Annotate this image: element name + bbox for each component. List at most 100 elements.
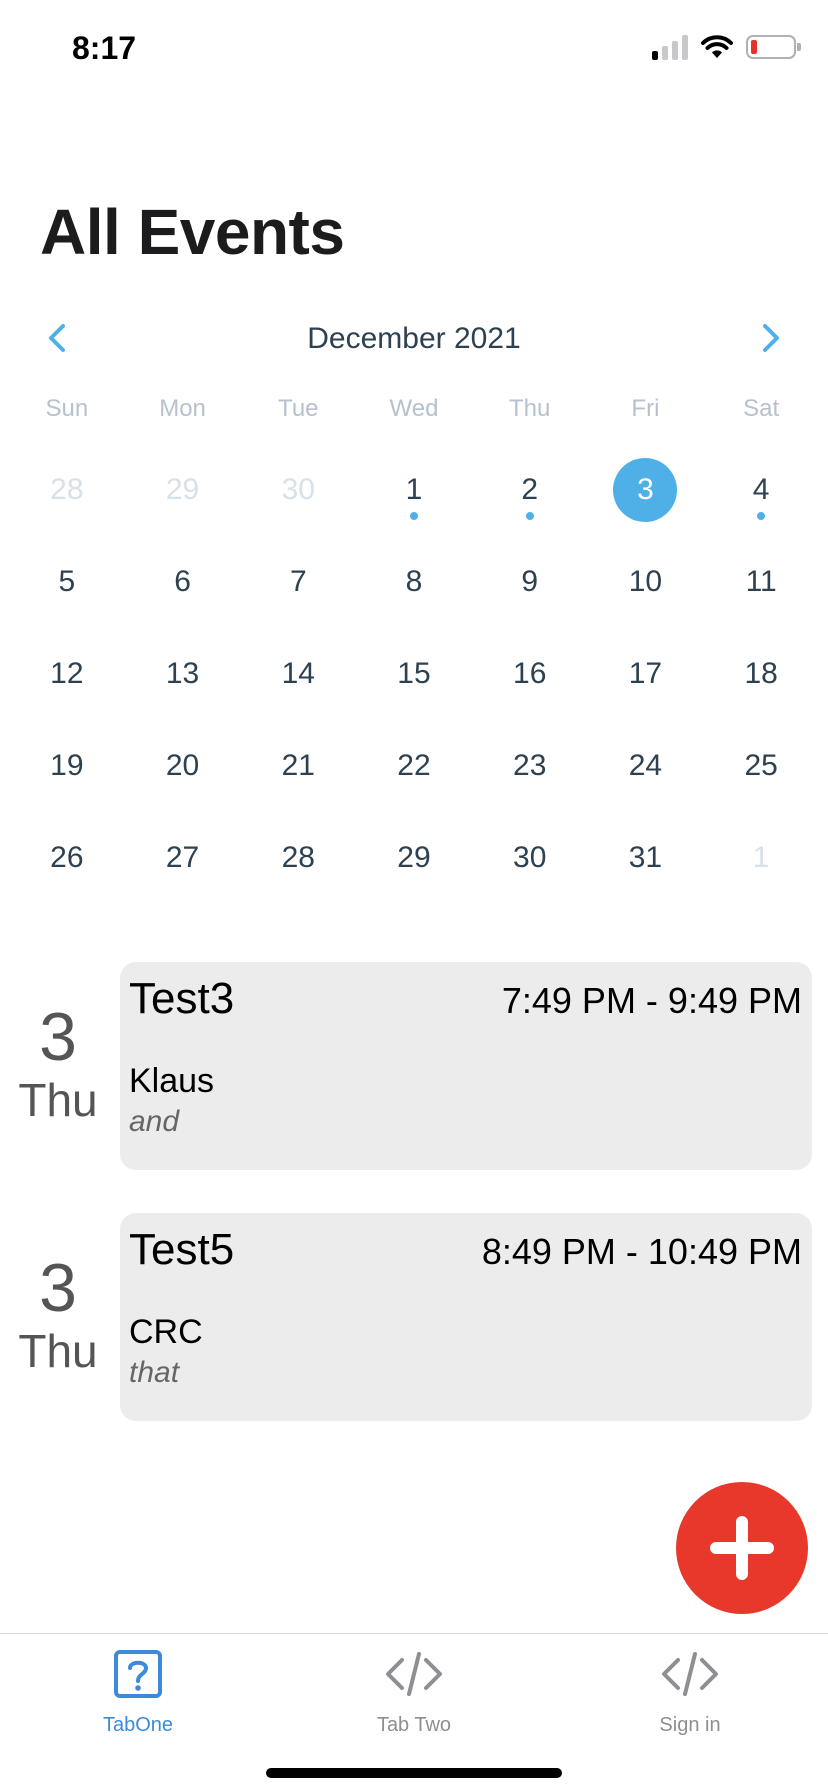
event-weekday: Thu (18, 1074, 98, 1126)
calendar-day[interactable]: 24 (588, 732, 704, 824)
event-weekday: Thu (18, 1325, 98, 1377)
event-row: 3 Thu Test3 7:49 PM - 9:49 PM Klaus and (0, 962, 828, 1172)
event-day: 3 (39, 999, 77, 1075)
code-icon (662, 1652, 718, 1696)
tab-two[interactable]: Tab Two (276, 1634, 552, 1754)
calendar-day-number: 9 (521, 565, 539, 598)
tab-one-label: TabOne (102, 1714, 174, 1736)
calendar-day[interactable]: 12 (9, 640, 125, 732)
wifi-icon (701, 35, 733, 58)
calendar-day[interactable]: 15 (356, 640, 472, 732)
event-marker-dot (525, 512, 534, 520)
calendar-day-number: 16 (513, 657, 547, 690)
weekday-label: Thu (509, 395, 551, 422)
event-title: Test3 (129, 974, 235, 1023)
weekday-label: Wed (389, 395, 439, 422)
status-icons (652, 34, 801, 60)
weekday-label: Tue (278, 395, 319, 422)
event-time: 7:49 PM - 9:49 PM (501, 980, 802, 1021)
calendar-day-number: 31 (628, 841, 663, 874)
event-note: and (129, 1105, 180, 1138)
event-title: Test5 (129, 1225, 235, 1274)
calendar-day[interactable]: 29 (125, 456, 241, 548)
calendar-month-label: December 2021 (307, 322, 521, 355)
calendar-day[interactable]: 9 (472, 548, 588, 640)
event-card[interactable]: Test3 7:49 PM - 9:49 PM Klaus and (120, 962, 812, 1170)
battery-icon (746, 35, 801, 59)
event-note: that (129, 1356, 180, 1389)
weekday-label: Sat (743, 395, 780, 422)
calendar-day[interactable]: 29 (356, 824, 472, 916)
tab-one[interactable]: TabOne (0, 1634, 276, 1754)
calendar-day[interactable]: 16 (472, 640, 588, 732)
calendar-day-number: 24 (628, 749, 663, 782)
calendar-day[interactable]: 28 (240, 824, 356, 916)
calendar-day[interactable]: 14 (240, 640, 356, 732)
calendar-day-number: 22 (397, 749, 431, 782)
calendar-day[interactable]: 17 (588, 640, 704, 732)
code-icon (386, 1652, 442, 1696)
home-indicator (266, 1768, 562, 1778)
calendar-day[interactable]: 20 (125, 732, 241, 824)
calendar-day[interactable]: 22 (356, 732, 472, 824)
calendar-weekday-header: Sun Mon Tue Wed Thu Fri Sat (9, 395, 819, 423)
event-time: 8:49 PM - 10:49 PM (481, 1231, 802, 1272)
calendar-day[interactable]: 30 (240, 456, 356, 548)
calendar-day-number: 20 (165, 749, 200, 782)
calendar-day-number: 14 (281, 657, 315, 690)
calendar-day[interactable]: 31 (588, 824, 704, 916)
calendar-day[interactable]: 10 (588, 548, 704, 640)
event-card[interactable]: Test5 8:49 PM - 10:49 PM CRC that (120, 1213, 812, 1421)
calendar-day[interactable]: 8 (356, 548, 472, 640)
tab-sign-in[interactable]: Sign in (552, 1634, 828, 1754)
calendar-day[interactable]: 11 (703, 548, 819, 640)
event-marker-dot (409, 512, 418, 520)
calendar-day-number: 29 (397, 841, 431, 874)
calendar-day-number: 30 (513, 841, 547, 874)
calendar-day[interactable]: 4 (703, 456, 819, 548)
calendar-day[interactable]: 30 (472, 824, 588, 916)
calendar-day-number: 1 (752, 841, 770, 874)
event-date: 3 Thu (0, 1253, 116, 1377)
calendar-day[interactable]: 25 (703, 732, 819, 824)
calendar-day[interactable]: 18 (703, 640, 819, 732)
weekday-label: Sun (45, 395, 89, 422)
chevron-right-icon[interactable] (750, 318, 790, 358)
cellular-signal-icon (652, 34, 688, 60)
page-title: All Events (40, 196, 345, 268)
add-event-button[interactable] (676, 1482, 808, 1614)
calendar-day[interactable]: 6 (125, 548, 241, 640)
calendar-day[interactable]: 1 (356, 456, 472, 548)
calendar-day-number: 28 (50, 473, 84, 506)
calendar-day[interactable]: 23 (472, 732, 588, 824)
calendar-day-number: 21 (281, 749, 315, 782)
calendar-day-number: 3 (613, 458, 678, 522)
calendar-day[interactable]: 7 (240, 548, 356, 640)
calendar-day-number: 29 (165, 473, 200, 506)
event-row: 3 Thu Test5 8:49 PM - 10:49 PM CRC that (0, 1213, 828, 1423)
calendar-day[interactable]: 19 (9, 732, 125, 824)
calendar-day-number: 10 (628, 565, 663, 598)
calendar-day[interactable]: 21 (240, 732, 356, 824)
calendar-day[interactable]: 13 (125, 640, 241, 732)
calendar-day[interactable]: 27 (125, 824, 241, 916)
calendar-day[interactable]: 2 (472, 456, 588, 548)
plus-icon (710, 1516, 774, 1580)
weekday-label: Mon (159, 395, 206, 422)
event-name: CRC (129, 1313, 203, 1351)
calendar-day[interactable]: 26 (9, 824, 125, 916)
status-bar: 8:17 (0, 0, 828, 100)
calendar-day[interactable]: 1 (703, 824, 819, 916)
calendar-day-number: 12 (50, 657, 84, 690)
help-square-icon (114, 1650, 162, 1698)
status-time: 8:17 (72, 30, 137, 66)
calendar-day-number: 27 (165, 841, 200, 874)
calendar-day[interactable]: 28 (9, 456, 125, 548)
event-date: 3 Thu (0, 1002, 116, 1126)
calendar-day-number: 6 (174, 565, 191, 598)
calendar-day-selected[interactable]: 3 (588, 456, 704, 548)
calendar-day[interactable]: 5 (9, 548, 125, 640)
calendar-day-number: 19 (50, 749, 84, 782)
calendar-day-number: 7 (289, 565, 307, 598)
event-name: Klaus (129, 1062, 215, 1100)
